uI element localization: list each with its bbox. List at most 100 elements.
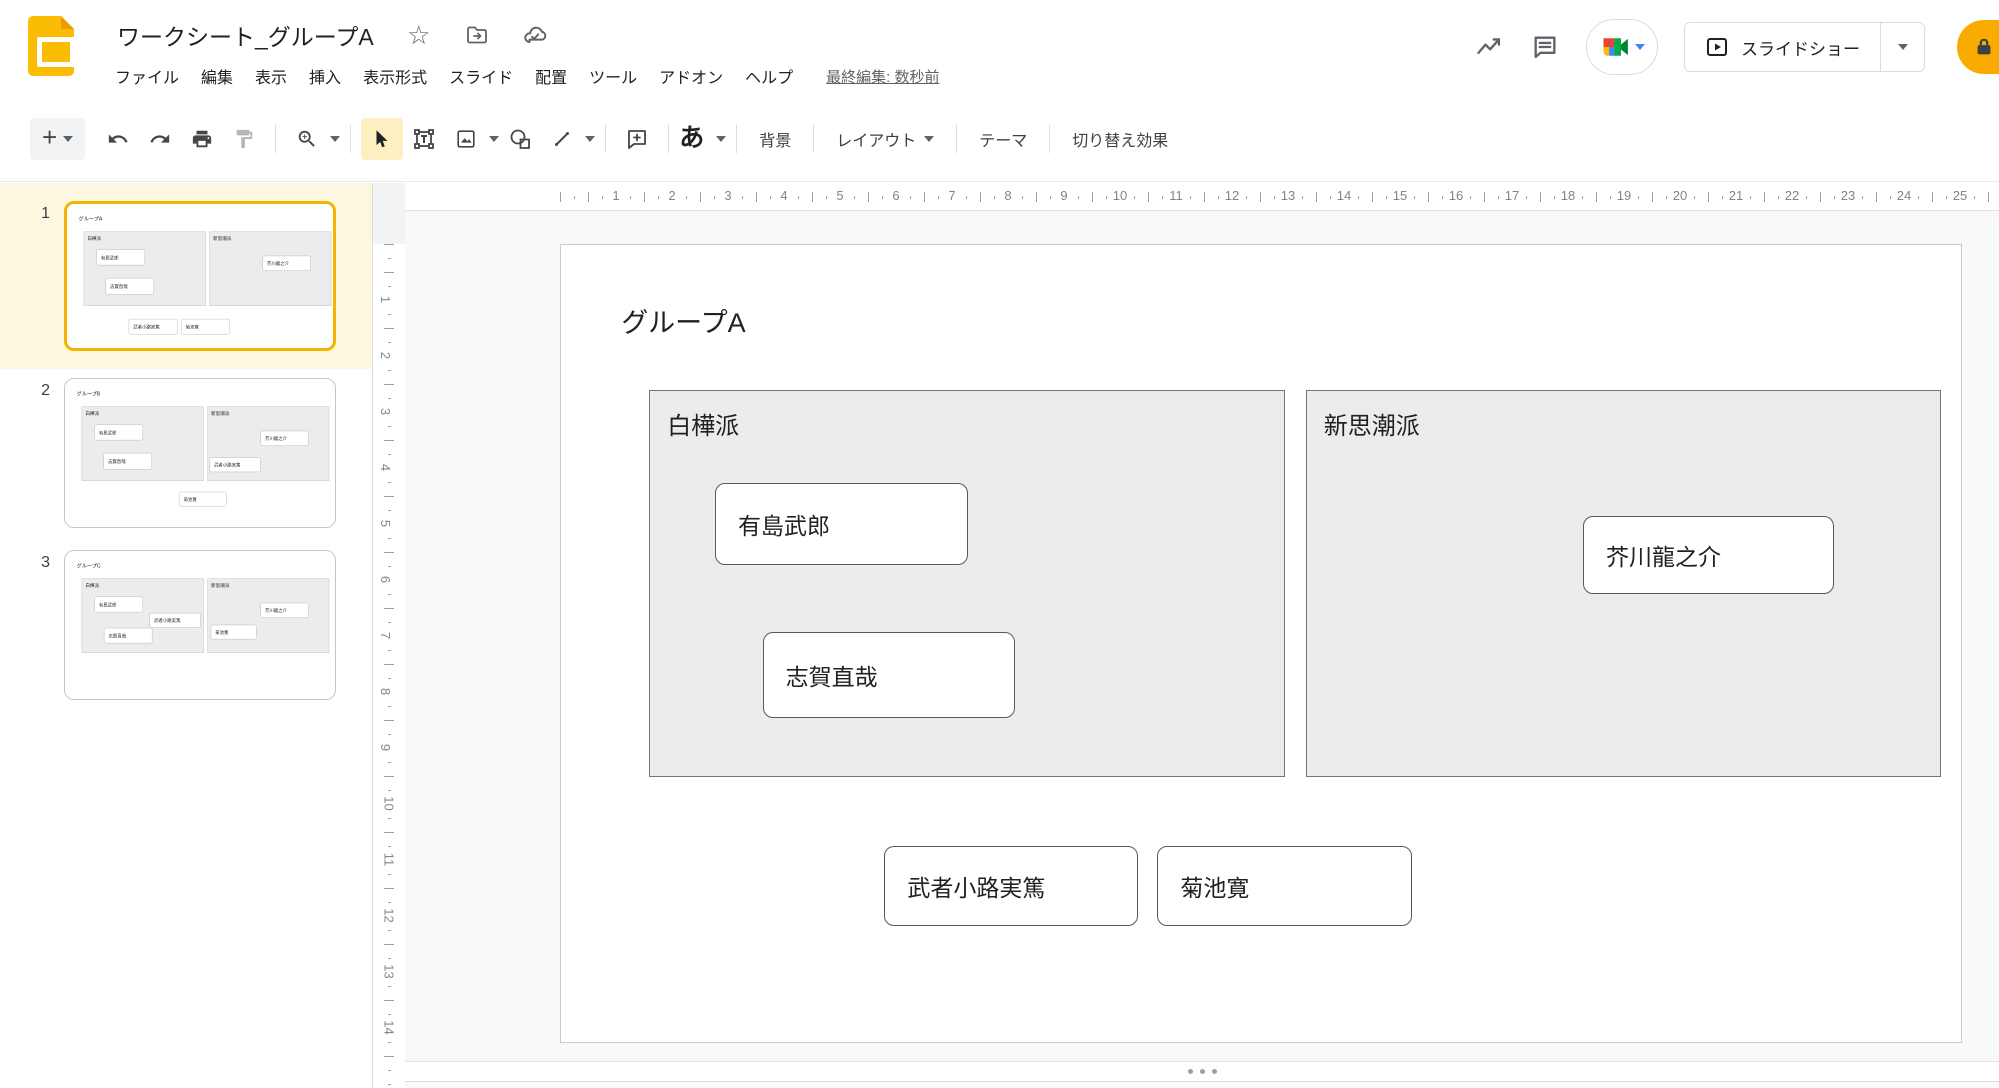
group-label: 新思潮派 bbox=[1307, 391, 1941, 456]
name-box[interactable]: 武者小路実篤 bbox=[210, 458, 261, 472]
menu-insert[interactable]: 挿入 bbox=[298, 60, 352, 92]
name-box[interactable]: 有島武郎 bbox=[94, 597, 142, 613]
slide-title-text[interactable]: グループA bbox=[621, 301, 745, 340]
speaker-notes-divider[interactable] bbox=[405, 1061, 1999, 1082]
group-box[interactable]: 白樺派 bbox=[84, 232, 206, 306]
name-box[interactable]: 有島武郎 bbox=[96, 250, 144, 266]
group-label: 白樺派 bbox=[82, 407, 203, 419]
cloud-saved-icon[interactable] bbox=[522, 22, 548, 48]
shape-tool[interactable] bbox=[499, 118, 541, 160]
zoom-tool[interactable] bbox=[286, 118, 340, 160]
name-box[interactable]: 武者小路実篤 bbox=[129, 319, 177, 334]
slides-logo[interactable] bbox=[28, 16, 74, 76]
ruler-number: 12 bbox=[1225, 188, 1239, 203]
name-box[interactable]: 菊池寛 bbox=[1157, 846, 1412, 926]
ruler-number: 16 bbox=[1449, 188, 1463, 203]
ruler-number: 11 bbox=[381, 853, 396, 867]
last-edit-link[interactable]: 最終編集: 数秒前 bbox=[826, 66, 939, 87]
name-box[interactable]: 志賀直哉 bbox=[104, 453, 152, 469]
current-slide[interactable]: グループA 白樺派新思潮派有島武郎志賀直哉 芥川龍之介武者小路実篤菊池寛 bbox=[560, 244, 1962, 1043]
name-box[interactable]: 有島武郎 bbox=[94, 425, 142, 441]
line-tool[interactable] bbox=[541, 118, 595, 160]
line-dropdown-icon bbox=[585, 136, 595, 142]
redo-button[interactable] bbox=[139, 118, 181, 160]
menu-help[interactable]: ヘルプ bbox=[734, 60, 804, 92]
paint-format-button[interactable] bbox=[223, 118, 265, 160]
ruler-number: 21 bbox=[1729, 188, 1743, 203]
background-button[interactable]: 背景 bbox=[747, 119, 803, 159]
insert-comment-button[interactable] bbox=[616, 118, 658, 160]
print-button[interactable] bbox=[181, 118, 223, 160]
input-tools-icon: あ bbox=[679, 126, 704, 151]
activity-icon[interactable] bbox=[1474, 32, 1504, 62]
ruler-number: 6 bbox=[378, 576, 393, 583]
toolbar: + bbox=[0, 96, 1999, 182]
slideshow-label: スライドショー bbox=[1741, 35, 1860, 60]
titlebar: ワークシート_グループA ☆ ファイル編集表示挿入表示形式スライド配置ツールアド… bbox=[0, 0, 1999, 96]
move-to-folder-icon[interactable] bbox=[464, 22, 490, 48]
meet-icon bbox=[1601, 32, 1631, 62]
theme-button[interactable]: テーマ bbox=[967, 119, 1039, 159]
ruler-number: 8 bbox=[378, 688, 393, 695]
slide-title-text[interactable]: グループB bbox=[77, 390, 101, 397]
select-tool[interactable] bbox=[361, 118, 403, 160]
slide-thumbnail-3[interactable]: グループC白樺派新思潮派有島武郎武者小路実篤志賀直哉芥川龍之介菊池寛 bbox=[64, 550, 336, 700]
undo-button[interactable] bbox=[97, 118, 139, 160]
name-box[interactable]: 芥川龍之介 bbox=[261, 603, 309, 618]
layout-label: レイアウト bbox=[836, 127, 916, 151]
text-box-tool[interactable] bbox=[403, 118, 445, 160]
name-box[interactable]: 有島武郎 bbox=[715, 483, 968, 564]
name-box[interactable]: 芥川龍之介 bbox=[261, 431, 309, 446]
layout-button[interactable]: レイアウト bbox=[824, 119, 946, 159]
group-box[interactable]: 白樺派 bbox=[649, 390, 1285, 777]
slide-surface: グループB白樺派新思潮派有島武郎志賀直哉芥川龍之介武者小路実篤菊池寛 bbox=[65, 379, 333, 528]
new-slide-button[interactable]: + bbox=[30, 118, 85, 160]
input-tools-dropdown-icon bbox=[716, 136, 726, 142]
name-box[interactable]: 武者小路実篤 bbox=[150, 613, 201, 627]
slideshow-dropdown[interactable] bbox=[1880, 23, 1924, 71]
meet-button[interactable] bbox=[1586, 19, 1658, 75]
name-box[interactable]: 菊池寛 bbox=[179, 492, 226, 506]
name-box[interactable]: 志賀直哉 bbox=[104, 628, 152, 643]
input-tools-button[interactable]: あ bbox=[679, 126, 726, 151]
slide-title-text[interactable]: グループC bbox=[77, 562, 101, 569]
ruler-number: 2 bbox=[378, 352, 393, 359]
slide-number: 1 bbox=[26, 205, 50, 223]
ruler-number: 23 bbox=[1841, 188, 1855, 203]
menu-file[interactable]: ファイル bbox=[104, 60, 190, 92]
slide-thumbnail-1[interactable]: グループA白樺派新思潮派有島武郎志賀直哉芥川龍之介武者小路実篤菊池寛 bbox=[64, 201, 336, 351]
zoom-dropdown-icon bbox=[330, 136, 340, 142]
name-box[interactable]: 菊池寛 bbox=[211, 625, 257, 639]
ruler-number: 17 bbox=[1505, 188, 1519, 203]
transition-button[interactable]: 切り替え効果 bbox=[1060, 119, 1180, 159]
name-box[interactable]: 芥川龍之介 bbox=[1583, 516, 1834, 594]
menu-format[interactable]: 表示形式 bbox=[352, 60, 438, 92]
document-title[interactable]: ワークシート_グループA bbox=[117, 18, 374, 52]
ruler-number: 10 bbox=[1113, 188, 1127, 203]
comments-icon[interactable] bbox=[1530, 32, 1560, 62]
plus-icon: + bbox=[42, 124, 57, 150]
image-tool[interactable] bbox=[445, 118, 499, 160]
name-box[interactable]: 芥川龍之介 bbox=[263, 256, 311, 271]
menu-tools[interactable]: ツール bbox=[578, 60, 648, 92]
slide-canvas[interactable]: グループA 白樺派新思潮派有島武郎志賀直哉 芥川龍之介武者小路実篤菊池寛 bbox=[405, 211, 1999, 1061]
slideshow-button[interactable]: スライドショー bbox=[1684, 22, 1925, 72]
meet-dropdown-icon bbox=[1635, 44, 1645, 50]
name-box[interactable]: 武者小路実篤 bbox=[884, 846, 1137, 926]
slide-title-text[interactable]: グループA bbox=[79, 215, 103, 222]
menu-view[interactable]: 表示 bbox=[244, 60, 298, 92]
menu-arrange[interactable]: 配置 bbox=[524, 60, 578, 92]
ruler-number: 1 bbox=[378, 296, 393, 303]
name-box[interactable]: 志賀直哉 bbox=[763, 632, 1015, 717]
star-icon[interactable]: ☆ bbox=[406, 22, 432, 48]
group-box[interactable]: 白樺派 bbox=[82, 407, 204, 481]
slide-thumbnail-2[interactable]: グループB白樺派新思潮派有島武郎志賀直哉芥川龍之介武者小路実篤菊池寛 bbox=[64, 378, 336, 528]
share-button[interactable] bbox=[1957, 20, 1999, 74]
name-box[interactable]: 菊池寛 bbox=[181, 319, 230, 334]
slide-surface: グループA白樺派新思潮派有島武郎志賀直哉芥川龍之介武者小路実篤菊池寛 bbox=[67, 204, 335, 351]
menu-addons[interactable]: アドオン bbox=[648, 60, 734, 92]
name-box[interactable]: 志賀直哉 bbox=[106, 278, 154, 294]
menu-edit[interactable]: 編集 bbox=[190, 60, 244, 92]
drag-handle-icon bbox=[1200, 1069, 1205, 1074]
menu-slide[interactable]: スライド bbox=[438, 60, 524, 92]
